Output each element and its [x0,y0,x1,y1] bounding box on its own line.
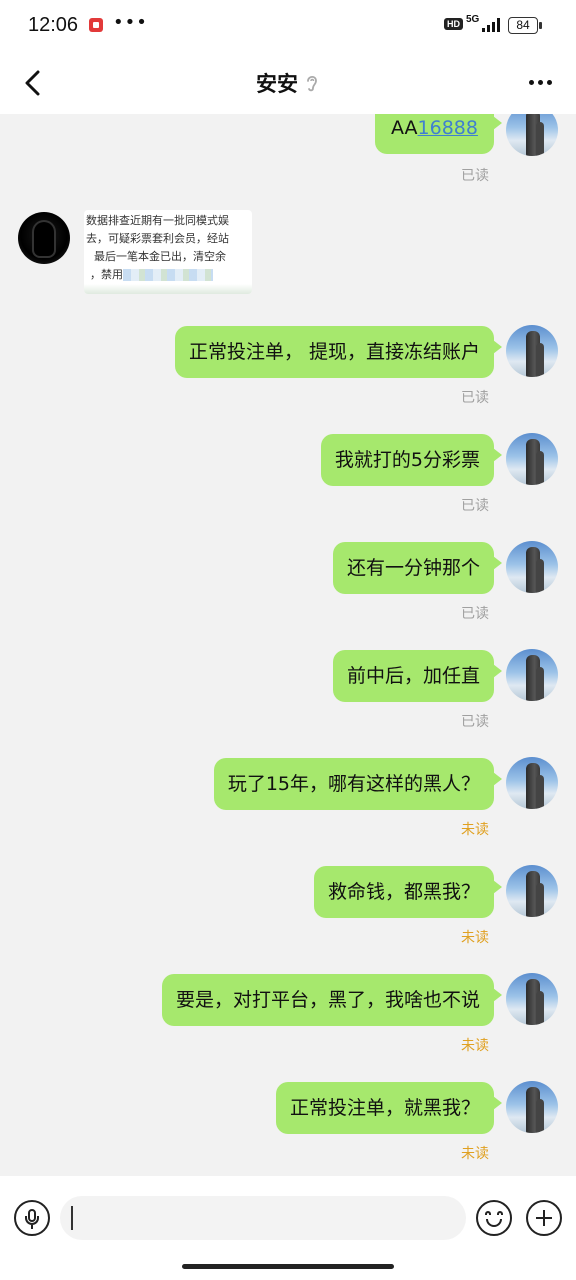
message-prefix: AA [391,117,418,139]
status-time: 12:06 [28,14,79,36]
network-type: 5G [466,14,480,25]
image-text-line: 数据排查近期有一批同模式娱 [86,214,229,227]
ear-icon [307,75,317,92]
chat-header: 安安 [0,52,576,114]
unread-status: 未读 [461,822,489,838]
read-status: 已读 [461,168,489,184]
message-input[interactable] [60,1196,466,1240]
my-avatar[interactable] [506,649,558,701]
battery-icon: 84 [508,17,542,34]
message-bubble[interactable]: 正常投注单，就黑我？ [275,1082,503,1134]
chat-title: 安安 [0,68,576,98]
image-text-line: ，禁用 [90,268,123,281]
image-text-line: 最后一笔本金已出，清空余 [94,250,226,263]
unread-status: 未读 [461,930,489,946]
message-bubble[interactable]: 救命钱，都黑我？ [313,866,503,918]
message-list[interactable]: AA16888 已读 数据排查近期有一批同模式娱 去，可疑彩票套利会员，经站 最… [0,114,576,1176]
status-bar: 12:06 ••• HD 5G 84 [0,0,576,52]
message-bubble[interactable]: 还有一分钟那个 [332,542,503,594]
my-avatar[interactable] [506,757,558,809]
emoji-button[interactable] [476,1200,512,1236]
blurred-text [123,269,213,281]
my-avatar[interactable] [506,865,558,917]
my-avatar[interactable] [506,1081,558,1133]
message-bubble[interactable]: 前中后，加任直 [332,650,503,702]
contact-name: 安安 [256,72,298,96]
signal-icon [482,18,502,32]
contact-avatar[interactable] [18,212,70,264]
message-bubble[interactable]: 玩了15年，哪有这样的黑人？ [213,758,503,810]
more-notifications-icon: ••• [113,12,148,33]
message-link[interactable]: 16888 [418,117,478,139]
add-attachment-button[interactable] [526,1200,562,1236]
image-message[interactable]: 数据排查近期有一批同模式娱 去，可疑彩票套利会员，经站 最后一笔本金已出，清空余… [84,210,252,294]
my-avatar[interactable] [506,541,558,593]
my-avatar[interactable] [506,973,558,1025]
notification-app-icon [89,18,103,32]
more-options-button[interactable] [524,70,556,94]
voice-input-button[interactable] [14,1200,50,1236]
message-bubble[interactable]: 我就打的5分彩票 [320,434,503,486]
image-text-line: 去，可疑彩票套利会员，经站 [86,232,229,245]
unread-status: 未读 [461,1038,489,1054]
home-indicator[interactable] [182,1264,394,1269]
unread-status: 未读 [461,1146,489,1162]
message-bubble[interactable]: 要是，对打平台，黑了，我啥也不说 [161,974,503,1026]
text-cursor [71,1206,73,1230]
emoji-icon [485,1211,491,1215]
my-avatar[interactable] [506,114,558,156]
message-bubble[interactable]: AA16888 [375,114,502,154]
my-avatar[interactable] [506,433,558,485]
read-status: 已读 [461,714,489,730]
read-status: 已读 [461,498,489,514]
hd-voice-icon: HD [444,18,463,30]
read-status: 已读 [461,606,489,622]
more-dots-icon [528,79,534,85]
read-status: 已读 [461,390,489,406]
my-avatar[interactable] [506,325,558,377]
message-bubble[interactable]: 正常投注单， 提现，直接冻结账户 [174,326,503,378]
